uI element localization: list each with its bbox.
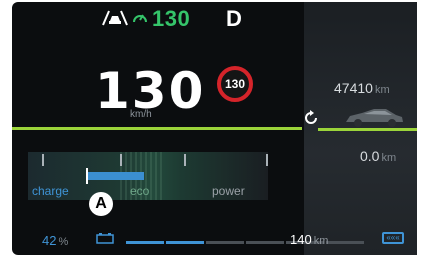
gear-indicator: D <box>226 6 242 31</box>
battery-gauge-segment <box>326 241 364 244</box>
battery-icon <box>96 233 114 244</box>
zone-label-power: power <box>212 184 245 198</box>
odometer: 47410 km <box>334 80 390 96</box>
callout-marker: A <box>89 192 113 216</box>
trip-reset-icon <box>305 110 317 124</box>
meter-tick <box>184 154 186 166</box>
range-unit: km <box>313 235 329 247</box>
battery-gauge-segment <box>166 241 204 244</box>
status-line-left <box>12 127 302 130</box>
meter-tick <box>120 154 122 166</box>
battery-gauge-segment <box>126 241 164 244</box>
power-needle <box>86 168 88 184</box>
trip-unit: km <box>381 152 397 164</box>
meter-tick <box>42 154 44 166</box>
odometer-value: 47410 <box>334 80 373 96</box>
zone-label-eco: eco <box>130 184 150 198</box>
cruise-set-speed: 130 <box>152 6 191 31</box>
odometer-unit: km <box>374 84 390 96</box>
status-line-right <box>318 128 417 131</box>
trip-value: 0.0 <box>360 148 380 164</box>
battery-charge-level: 42% <box>42 233 68 248</box>
speedometer-cruise-icon <box>133 14 147 23</box>
battery-gauge-segment <box>206 241 244 244</box>
speed-limit-sign: 130 <box>217 66 253 102</box>
adaptive-cruise-icon <box>102 10 128 26</box>
battery-gauge-segment <box>246 241 284 244</box>
trip-distance: 0.0 km <box>360 148 396 164</box>
charging-connection-icon: ««« <box>382 232 404 244</box>
zone-label-charge: charge <box>32 184 69 198</box>
speed-unit: km/h <box>130 109 152 120</box>
speed-limit-value: 130 <box>224 77 246 91</box>
screenshot-frame: 130 D 130 km/h 130 47410 km 0.0 km charge … <box>0 0 421 257</box>
range-value: 140 <box>290 232 312 247</box>
car-silhouette-icon <box>346 109 403 127</box>
remaining-range: 140 km <box>290 232 328 247</box>
power-meter: charge eco power <box>28 152 268 200</box>
meter-tick <box>266 154 268 166</box>
battery-percent-unit: % <box>58 236 69 248</box>
battery-percent-value: 42 <box>42 233 57 248</box>
charge-level-bar <box>86 172 144 180</box>
